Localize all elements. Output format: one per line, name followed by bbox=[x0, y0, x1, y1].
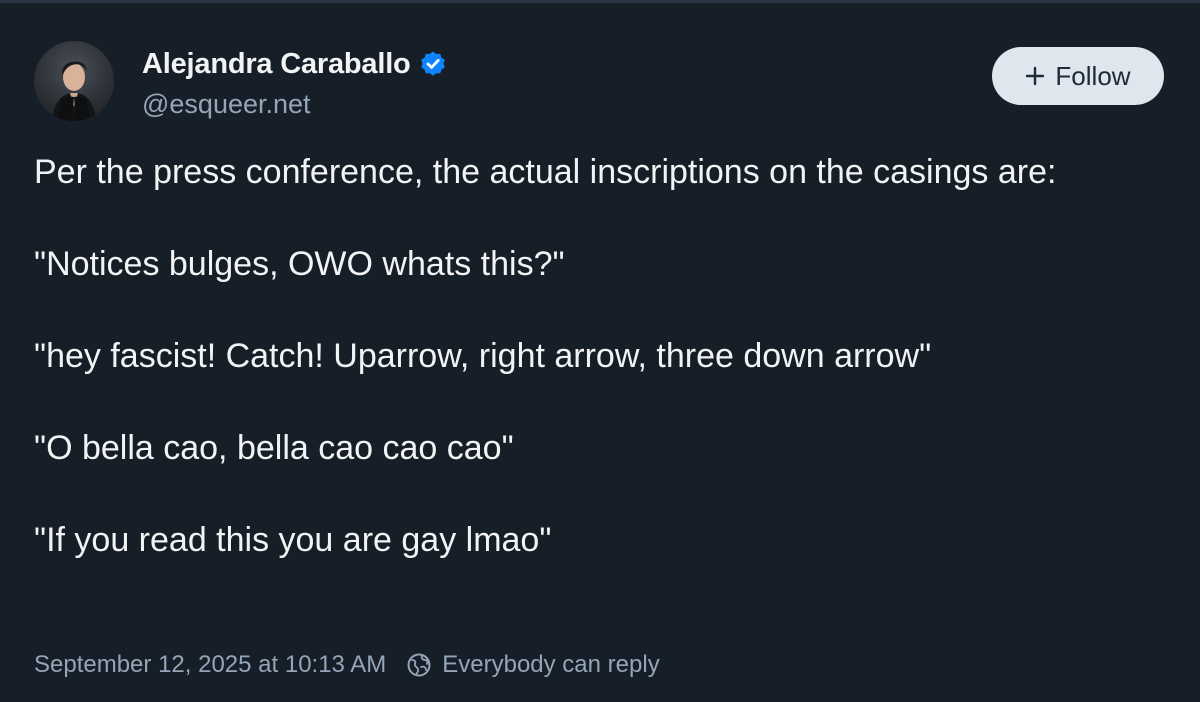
post-meta: September 12, 2025 at 10:13 AM Everybody… bbox=[34, 649, 660, 681]
follow-button[interactable]: Follow bbox=[992, 47, 1164, 105]
post-timestamp[interactable]: September 12, 2025 at 10:13 AM bbox=[34, 651, 386, 679]
verified-badge-icon bbox=[419, 50, 447, 78]
author-name-row: Alejandra Caraballo bbox=[142, 45, 447, 83]
author-display-name[interactable]: Alejandra Caraballo bbox=[142, 48, 411, 81]
plus-icon bbox=[1025, 66, 1045, 86]
follow-button-label: Follow bbox=[1055, 60, 1131, 91]
author-avatar[interactable] bbox=[34, 41, 114, 121]
post-text: Per the press conference, the actual ins… bbox=[34, 149, 1154, 563]
post-text-line: "hey fascist! Catch! Uparrow, right arro… bbox=[34, 337, 932, 375]
reply-setting-label[interactable]: Everybody can reply bbox=[442, 651, 659, 679]
avatar-image bbox=[34, 41, 114, 121]
post-text-line: "If you read this you are gay lmao" bbox=[34, 521, 552, 559]
author-handle[interactable]: @esqueer.net bbox=[142, 89, 311, 120]
post-text-line: "Notices bulges, OWO whats this?" bbox=[34, 245, 565, 283]
post-text-line: "O bella cao, bella cao cao cao" bbox=[34, 429, 514, 467]
post-text-line: Per the press conference, the actual ins… bbox=[34, 153, 1057, 191]
globe-icon bbox=[406, 652, 432, 678]
post-card: Alejandra Caraballo @esqueer.net Follow … bbox=[0, 0, 1200, 702]
